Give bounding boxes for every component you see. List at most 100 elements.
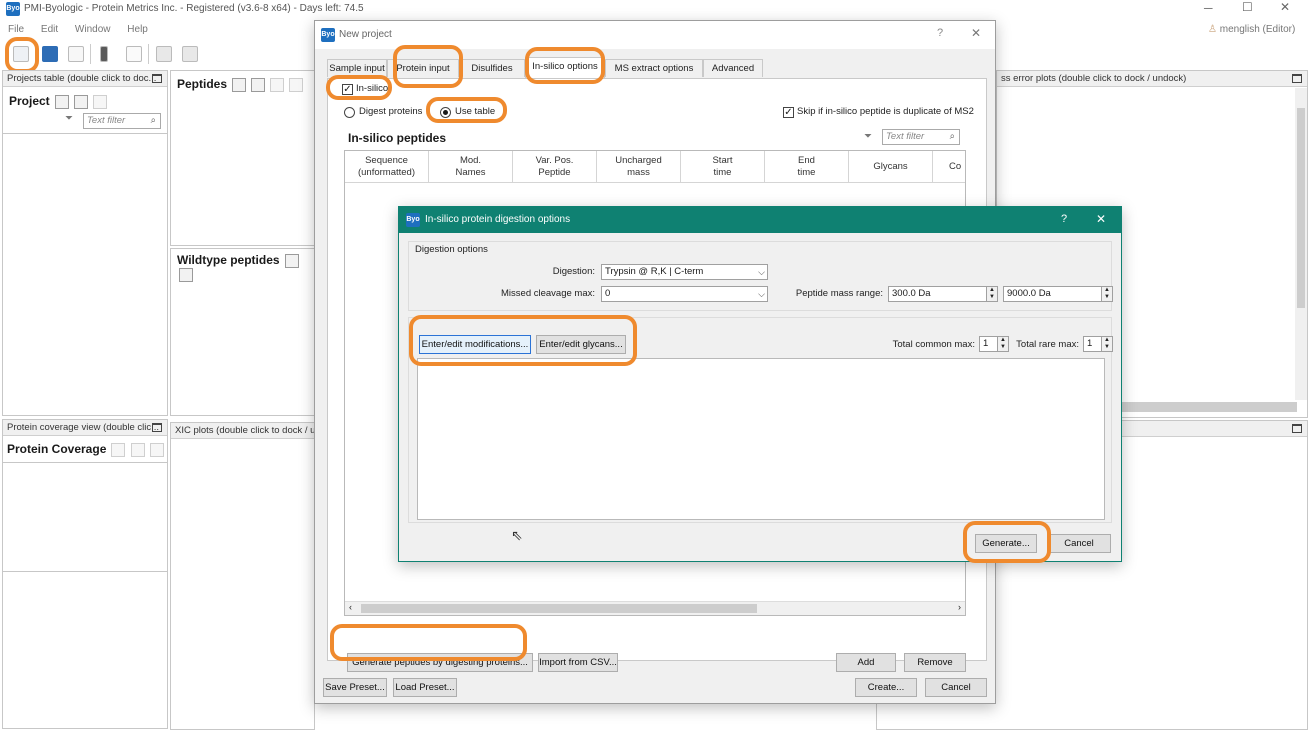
report-icon[interactable] xyxy=(126,46,142,62)
user-name: menglish (Editor) xyxy=(1219,24,1296,35)
menu-help[interactable]: Help xyxy=(127,24,148,35)
vertical-scrollbar[interactable] xyxy=(1295,88,1307,400)
col-start-time[interactable]: Start time xyxy=(681,151,765,183)
undo-icon[interactable] xyxy=(156,46,172,62)
use-table-radio[interactable] xyxy=(440,107,451,118)
generate-button[interactable]: Generate... xyxy=(975,534,1037,553)
menu-edit[interactable]: Edit xyxy=(41,24,58,35)
mass-error-title[interactable]: ss error plots (double click to dock / u… xyxy=(997,71,1307,87)
mass-max-spinbox[interactable]: 9000.0 Da ▲ ▼ xyxy=(1003,286,1113,302)
create-button[interactable]: Create... xyxy=(855,678,917,697)
redo-icon[interactable] xyxy=(182,46,198,62)
save-preset-button[interactable]: Save Preset... xyxy=(323,678,387,697)
coverage-gear-icon[interactable] xyxy=(130,443,145,458)
expand-icon[interactable] xyxy=(232,78,247,93)
tab-ms-extract-options[interactable]: MS extract options xyxy=(605,59,703,77)
import-csv-button[interactable]: Import from CSV... xyxy=(538,653,618,672)
col-end-time[interactable]: End time xyxy=(765,151,849,183)
dock-icon[interactable] xyxy=(1292,424,1302,433)
dock-icon[interactable] xyxy=(152,423,162,432)
close-icon[interactable]: ✕ xyxy=(1280,0,1290,14)
col-var-pos-peptide[interactable]: Var. Pos. Peptide xyxy=(513,151,597,183)
table-hscrollbar[interactable]: ‹ › xyxy=(345,601,965,615)
wildtype-header: Wildtype peptides xyxy=(177,253,314,283)
add-button[interactable]: Add xyxy=(836,653,896,672)
save-icon[interactable] xyxy=(100,46,108,62)
projects-panel-title[interactable]: Projects table (double click to doc... xyxy=(3,71,167,87)
mass-min-spinbox[interactable]: 300.0 Da ▲ ▼ xyxy=(888,286,998,302)
col-co[interactable]: Co xyxy=(933,151,965,183)
new-project-icon[interactable] xyxy=(13,46,29,62)
search-icon[interactable] xyxy=(289,78,304,93)
peptides-header: Peptides xyxy=(177,77,304,93)
close-project-icon[interactable] xyxy=(68,46,84,62)
digestion-titlebar: Byo In-silico protein digestion options … xyxy=(399,207,1121,233)
expand-all-icon[interactable] xyxy=(54,95,69,110)
edit-modifications-button[interactable]: Enter/edit modifications... xyxy=(419,335,531,354)
missed-cleavage-select[interactable]: 0 ⌵ xyxy=(601,286,768,302)
peptides-filter-input[interactable]: Text filter ⌕ xyxy=(882,129,960,145)
digest-proteins-radio[interactable] xyxy=(344,107,355,118)
scrollbar-thumb[interactable] xyxy=(361,604,757,613)
tab-sample-input[interactable]: Sample input xyxy=(327,59,387,77)
stepper-icon[interactable]: ▲ ▼ xyxy=(1101,337,1112,351)
in-silico-checkbox[interactable]: ✓ xyxy=(342,84,353,95)
horizontal-scrollbar[interactable] xyxy=(1117,402,1297,412)
scroll-left-icon[interactable]: ‹ xyxy=(349,602,352,612)
tab-in-silico-options[interactable]: In-silico options xyxy=(525,57,605,78)
tab-protein-input[interactable]: Protein input xyxy=(387,59,459,77)
col-uncharged-mass[interactable]: Uncharged mass xyxy=(597,151,681,183)
load-preset-button[interactable]: Load Preset... xyxy=(393,678,457,697)
digestion-select[interactable]: Trypsin @ R,K | C-term ⌵ xyxy=(601,264,768,280)
skip-duplicate-checkbox[interactable]: ✓ xyxy=(783,107,794,118)
menu-file[interactable]: File xyxy=(8,24,24,35)
coverage-settings-icon[interactable] xyxy=(111,443,126,458)
scrollbar-thumb[interactable] xyxy=(1297,108,1305,308)
maximize-icon[interactable]: ☐ xyxy=(1242,0,1253,14)
help-button[interactable]: ? xyxy=(937,27,943,39)
help-icon[interactable] xyxy=(270,78,285,93)
collapse-all-icon[interactable] xyxy=(73,95,88,110)
digestion-close-button[interactable]: ✕ xyxy=(1096,212,1106,226)
help-button[interactable]: ? xyxy=(1061,213,1067,225)
user-indicator[interactable]: ♙ menglish (Editor) xyxy=(1208,24,1295,35)
stepper-icon[interactable]: ▲ ▼ xyxy=(986,287,997,301)
rare-max-spinbox[interactable]: 1 ▲ ▼ xyxy=(1083,336,1113,352)
expand-icon[interactable] xyxy=(284,254,299,269)
xic-panel-title[interactable]: XIC plots (double click to dock / und xyxy=(171,423,314,439)
cancel-button[interactable]: Cancel xyxy=(925,678,987,697)
modifications-list[interactable] xyxy=(417,358,1105,520)
app-title: PMI-Byologic - Protein Metrics Inc. - Re… xyxy=(24,3,364,14)
collapse-icon[interactable] xyxy=(251,78,266,93)
dock-icon[interactable] xyxy=(1292,74,1302,83)
tab-advanced[interactable]: Advanced xyxy=(703,59,763,77)
digestion-cancel-button[interactable]: Cancel xyxy=(1047,534,1111,553)
coverage-view[interactable] xyxy=(3,462,167,572)
collapse-icon[interactable] xyxy=(179,268,193,283)
coverage-panel-title[interactable]: Protein coverage view (double clic... xyxy=(3,420,167,436)
digestion-options-group: Digestion options Digestion: Trypsin @ R… xyxy=(408,241,1113,311)
scroll-right-icon[interactable]: › xyxy=(958,602,961,612)
col-mod-names[interactable]: Mod. Names xyxy=(429,151,513,183)
dialog-close-button[interactable]: ✕ xyxy=(971,26,981,40)
stepper-icon[interactable]: ▲ ▼ xyxy=(997,337,1008,351)
minimize-icon[interactable]: ─ xyxy=(1204,1,1213,15)
help-icon[interactable] xyxy=(92,95,107,110)
dock-icon[interactable] xyxy=(152,74,162,83)
open-project-icon[interactable] xyxy=(42,46,58,62)
col-sequence[interactable]: Sequence (unformatted) xyxy=(345,151,429,183)
in-silico-checkbox-label: In-silico xyxy=(356,83,389,94)
coverage-view-icon[interactable] xyxy=(149,443,164,458)
col-glycans[interactable]: Glycans xyxy=(849,151,933,183)
remove-button[interactable]: Remove xyxy=(904,653,966,672)
main-toolbar xyxy=(0,40,320,66)
stepper-icon[interactable]: ▲ ▼ xyxy=(1101,287,1112,301)
project-list[interactable] xyxy=(3,133,167,415)
tab-disulfides[interactable]: Disulfides xyxy=(459,59,525,77)
common-max-spinbox[interactable]: 1 ▲ ▼ xyxy=(979,336,1009,352)
generate-peptides-button[interactable]: Generate peptides by digesting proteins.… xyxy=(347,653,533,672)
edit-glycans-button[interactable]: Enter/edit glycans... xyxy=(536,335,626,354)
menu-window[interactable]: Window xyxy=(75,24,111,35)
project-filter-input[interactable]: Text filter ⌕ xyxy=(83,113,161,129)
use-table-label: Use table xyxy=(455,106,496,117)
